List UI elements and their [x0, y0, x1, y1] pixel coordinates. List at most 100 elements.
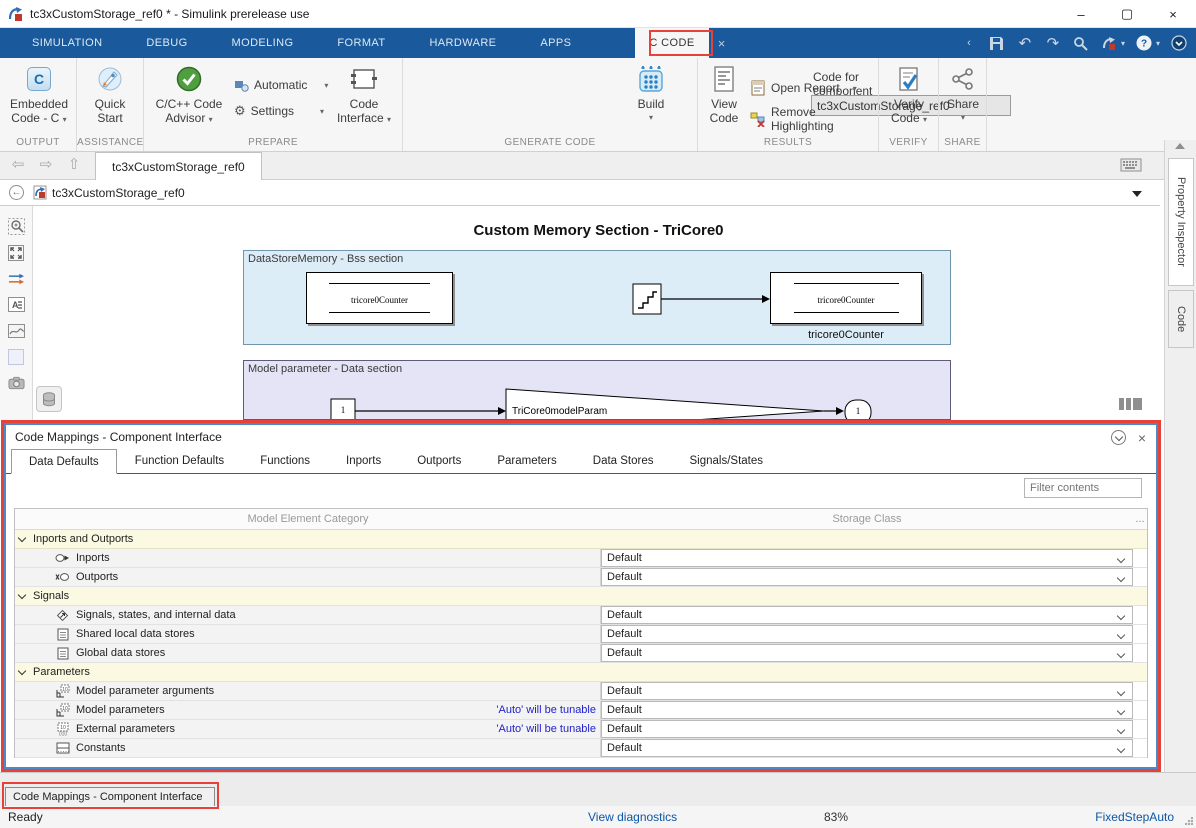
table-row-constants[interactable]: Constants Default [15, 739, 1147, 758]
panel-menu-icon[interactable] [1111, 430, 1126, 445]
storage-class-dropdown[interactable]: Default [601, 720, 1133, 738]
storage-class-dropdown[interactable]: Default [601, 568, 1133, 586]
help-dropdown-icon[interactable]: ▾ [1156, 39, 1160, 48]
column-more[interactable]: ... [1133, 513, 1147, 525]
fit-to-view-icon[interactable] [8, 244, 25, 261]
breadcrumb-dropdown-icon[interactable] [1132, 191, 1142, 197]
tab-simulation[interactable]: SIMULATION [10, 28, 124, 58]
resize-grip[interactable] [1185, 817, 1193, 825]
image-annotation-icon[interactable] [8, 322, 25, 339]
table-row-shared-local-data-stores[interactable]: Shared local data stores Default [15, 625, 1147, 644]
tab-data-defaults[interactable]: Data Defaults [11, 449, 117, 474]
data-store-memory-block[interactable]: tricore0Counter [306, 272, 453, 324]
table-row-outports[interactable]: Outports Default [15, 568, 1147, 587]
storage-class-dropdown[interactable]: Default [601, 739, 1133, 757]
collapse-chevron-icon[interactable] [18, 535, 26, 543]
tab-c-code[interactable]: C CODE [635, 28, 708, 58]
tab-functions[interactable]: Functions [242, 449, 328, 473]
minimize-ribbon-icon[interactable] [1170, 34, 1188, 52]
table-row-model-parameters[interactable]: 10 Model parameters 'Auto' will be tunab… [15, 701, 1147, 720]
search-icon[interactable] [1072, 34, 1090, 52]
badge-dropdown-icon[interactable]: ▾ [1121, 39, 1125, 48]
table-row-signals-states[interactable]: Signals, states, and internal data Defau… [15, 606, 1147, 625]
settings-dropdown[interactable]: ⚙ Settings ▾ [234, 103, 324, 119]
table-row-global-data-stores[interactable]: Global data stores Default [15, 644, 1147, 663]
storage-class-dropdown[interactable]: Default [601, 701, 1133, 719]
breadcrumb[interactable]: tc3xCustomStorage_ref0 [52, 186, 185, 200]
collapse-chevron-icon[interactable] [18, 668, 26, 676]
model-canvas[interactable]: Custom Memory Section - TriCore0 DataSto… [33, 206, 1164, 420]
storage-class-dropdown[interactable]: Default [601, 682, 1133, 700]
code-advisor-button[interactable]: C/C++ Code Advisor ▾ [150, 64, 228, 127]
tab-hardware[interactable]: HARDWARE [407, 28, 518, 58]
share-button[interactable]: Share ▾ [943, 64, 983, 125]
redo-icon[interactable]: ↷ [1044, 34, 1062, 52]
tab-data-stores[interactable]: Data Stores [575, 449, 672, 473]
model-data-badge-button[interactable] [36, 386, 62, 412]
forward-arrow-icon[interactable]: ⇨ [36, 157, 56, 173]
qat-collapse-icon[interactable]: ‹ [960, 34, 978, 52]
tab-outports[interactable]: Outports [399, 449, 479, 473]
code-mappings-dock-tab[interactable]: Code Mappings - Component Interface [5, 787, 215, 807]
tab-modeling[interactable]: MODELING [210, 28, 316, 58]
data-store-write-block[interactable]: tricore0Counter [770, 272, 922, 324]
solver-link[interactable]: FixedStepAuto [1095, 810, 1174, 824]
signal-routing-icon[interactable] [8, 270, 25, 287]
screenshot-camera-icon[interactable] [8, 374, 25, 391]
code-interface-button[interactable]: Code Interface ▾ [332, 64, 396, 127]
annotation-icon[interactable]: A [8, 296, 25, 313]
storage-class-dropdown[interactable]: Default [601, 549, 1133, 567]
group-row-inports-outports[interactable]: Inports and Outports [15, 530, 1147, 549]
collapse-chevron-icon[interactable] [18, 592, 26, 600]
bss-section-area[interactable]: DataStoreMemory - Bss section tricore0Co… [243, 250, 951, 345]
table-row-external-parameters[interactable]: 10010 External parameters 'Auto' will be… [15, 720, 1147, 739]
minimize-button[interactable]: – [1058, 0, 1104, 28]
storage-class-dropdown[interactable]: Default [601, 625, 1133, 643]
tab-signals-states[interactable]: Signals/States [672, 449, 782, 473]
area-box-icon[interactable] [8, 348, 25, 365]
param-section-diagram[interactable]: 1 TriCore0modelParam 1 [244, 361, 951, 420]
tab-debug[interactable]: DEBUG [124, 28, 209, 58]
verify-code-button[interactable]: Verify Code ▾ [885, 64, 933, 127]
tab-property-inspector[interactable]: Property Inspector [1168, 158, 1194, 286]
param-section-area[interactable]: Model parameter - Data section 1 TriCore… [243, 360, 951, 420]
storage-class-dropdown[interactable]: Default [601, 606, 1133, 624]
tab-inports[interactable]: Inports [328, 449, 399, 473]
save-icon[interactable] [988, 34, 1006, 52]
filter-contents-input[interactable] [1024, 478, 1142, 498]
hide-explorer-icon[interactable]: ← [9, 185, 24, 200]
remove-highlighting-button[interactable]: Remove Highlighting [750, 105, 878, 133]
maximize-button[interactable]: ▢ [1104, 0, 1150, 28]
view-code-button[interactable]: View Code [702, 64, 746, 125]
tab-code[interactable]: Code [1168, 290, 1194, 348]
tab-close-icon[interactable]: × [709, 28, 735, 58]
view-diagnostics-link[interactable]: View diagnostics [588, 810, 677, 824]
layout-panes-icon[interactable] [1119, 398, 1142, 410]
tab-format[interactable]: FORMAT [315, 28, 407, 58]
tab-apps[interactable]: APPS [518, 28, 593, 58]
up-arrow-icon[interactable]: ⇧ [64, 157, 84, 173]
tab-function-defaults[interactable]: Function Defaults [117, 449, 243, 473]
table-row-inports[interactable]: Inports Default [15, 549, 1147, 568]
simulink-badge-icon[interactable] [1100, 34, 1118, 52]
table-row-model-parameter-arguments[interactable]: 10 Model parameter arguments Default [15, 682, 1147, 701]
undo-icon[interactable]: ↶ [1016, 34, 1034, 52]
document-tab[interactable]: tc3xCustomStorage_ref0 [95, 152, 262, 180]
group-row-parameters[interactable]: Parameters [15, 663, 1147, 682]
zoom-region-icon[interactable] [8, 218, 25, 235]
step-source-and-wire[interactable] [632, 281, 774, 317]
automatic-dropdown[interactable]: Automatic ▾ [234, 78, 328, 92]
help-icon[interactable]: ? [1135, 34, 1153, 52]
back-arrow-icon[interactable]: ⇦ [8, 157, 28, 173]
quick-start-button[interactable]: Quick Start [82, 64, 138, 125]
open-report-dropdown[interactable]: Open Report ▾ [750, 80, 857, 96]
storage-class-dropdown[interactable]: Default [601, 644, 1133, 662]
panel-close-icon[interactable]: × [1138, 431, 1146, 445]
keyboard-icon[interactable] [1120, 158, 1142, 172]
build-button[interactable]: Build ▾ [625, 64, 677, 125]
tab-parameters[interactable]: Parameters [479, 449, 574, 473]
close-button[interactable]: × [1150, 0, 1196, 28]
group-row-signals[interactable]: Signals [15, 587, 1147, 606]
collapse-panel-icon[interactable] [1175, 143, 1185, 149]
embedded-code-button[interactable]: C Embedded Code - C ▾ [4, 64, 74, 127]
